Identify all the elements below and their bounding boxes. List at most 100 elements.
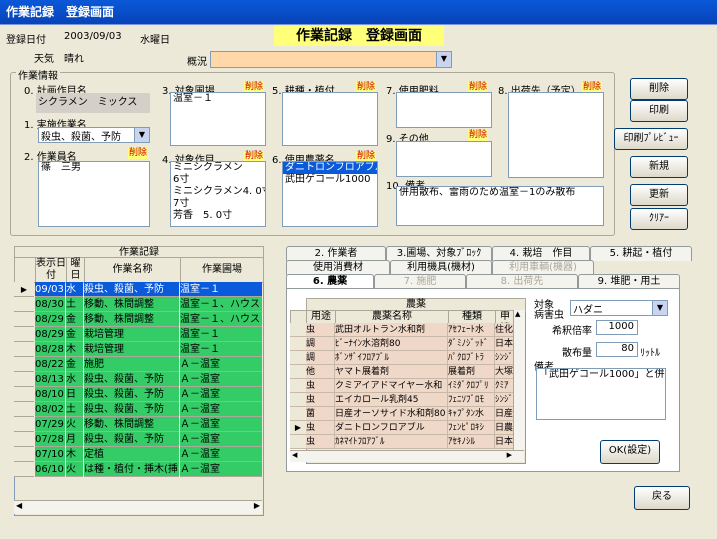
tab-crop[interactable]: 4. 栽培 作目: [492, 246, 590, 261]
variety-list[interactable]: [282, 92, 378, 146]
pesticide-item[interactable]: 武田ゲコール1000: [283, 174, 377, 186]
row-header[interactable]: [290, 435, 307, 449]
update-button[interactable]: 更新: [630, 184, 688, 206]
col-date[interactable]: 表示日付: [35, 257, 67, 283]
table-row[interactable]: 08/13 水殺虫、殺菌、予防 Ａ－温室: [14, 372, 262, 387]
row-header[interactable]: [14, 417, 34, 432]
tab-consumables[interactable]: 使用消費材: [286, 260, 390, 275]
back-button[interactable]: 戻る: [634, 486, 690, 510]
other-delete-tag[interactable]: 削除: [468, 130, 489, 141]
crop-item[interactable]: ミニシクラメン4. 0寸: [171, 186, 265, 198]
row-header[interactable]: [290, 379, 307, 393]
scroll-left-icon[interactable]: ◀: [16, 501, 22, 510]
amount-input[interactable]: 80: [596, 342, 638, 357]
current-row-icon[interactable]: ▶: [290, 421, 307, 435]
worker-delete-tag[interactable]: 削除: [128, 148, 149, 159]
chevron-down-icon[interactable]: ▼: [134, 128, 149, 142]
print-button[interactable]: 印刷: [630, 100, 688, 122]
row-header[interactable]: [14, 372, 34, 387]
detail-remarks-textarea[interactable]: 「武田ゲコール1000」と併用: [536, 368, 666, 420]
worker-item[interactable]: 篠 三男: [39, 162, 149, 174]
table-row[interactable]: 調ﾎﾞﾝｻﾞｲﾌﾛｱﾌﾞﾙ ﾊﾟｸﾛﾌﾞﾄﾗ ｼﾝｼﾞ: [290, 351, 514, 365]
row-header[interactable]: [290, 365, 307, 379]
pesticide-hscrollbar[interactable]: ◀ ▶: [290, 450, 524, 462]
table-row[interactable]: 08/02 土殺虫、殺菌、予防 Ａ－温室: [14, 402, 262, 417]
crop-item[interactable]: ミニシクラメン: [171, 162, 265, 174]
condition-combo[interactable]: ▼: [210, 51, 452, 68]
remarks-textarea[interactable]: 併用散布、雷雨のため温室－1のみ散布: [396, 186, 604, 226]
table-row[interactable]: 08/10 日殺虫、殺菌、予防 Ａ－温室: [14, 387, 262, 402]
delete-button[interactable]: 削除: [630, 78, 688, 100]
col-type[interactable]: 種類: [448, 310, 496, 324]
fertilizer-list[interactable]: [396, 92, 492, 128]
table-row[interactable]: 虫クミアイアドマイヤー水和 ｲﾐﾀﾞｸﾛﾌﾟﾘ ｸﾐｱ: [290, 379, 514, 393]
col-pesticide-name[interactable]: 農薬名称: [335, 310, 449, 324]
tab-field-block[interactable]: 3.圃場、対象ﾌﾞﾛｯｸ: [386, 246, 492, 261]
col-use[interactable]: 用途: [306, 310, 336, 324]
records-hscrollbar[interactable]: ◀ ▶: [14, 500, 262, 514]
table-row[interactable]: 08/22 金施肥 Ａ－温室: [14, 357, 262, 372]
table-row[interactable]: 06/10 火は種・植付・挿木(挿 Ａ－温室: [14, 462, 262, 477]
table-row[interactable]: 08/29 金栽培管理 温室－１: [14, 327, 262, 342]
table-row[interactable]: 調ﾋﾞｰﾅｲﾝ水溶剤80 ﾀﾞﾐﾉｼﾞｯﾄﾞ 日本: [290, 337, 514, 351]
new-button[interactable]: 新規: [630, 156, 688, 178]
table-row[interactable]: ▶ 虫ダニトロンフロアブル ﾌｪﾝﾋﾟﾛｷｼ 日農: [290, 421, 514, 435]
scroll-left-icon[interactable]: ◀: [292, 451, 297, 459]
table-row[interactable]: 08/30 土移動、株間調整 温室－１、ハウス: [14, 297, 262, 312]
row-header[interactable]: [14, 297, 34, 312]
table-row[interactable]: 虫エイカロール乳剤45 ﾌｪﾆｿﾌﾞﾛﾓ ｼﾝｼﾞ: [290, 393, 514, 407]
row-header[interactable]: [14, 447, 34, 462]
pesticide-vscrollbar[interactable]: ▲: [513, 310, 525, 450]
col-weekday[interactable]: 曜日: [66, 257, 85, 283]
table-row[interactable]: 08/28 木栽培管理 温室－１: [14, 342, 262, 357]
scroll-right-icon[interactable]: ▶: [254, 501, 260, 510]
tab-pesticide[interactable]: 6. 農薬: [286, 274, 374, 289]
pesticide-item-selected[interactable]: ダニトロンフロアブル: [283, 162, 377, 174]
table-row[interactable]: 08/29 金移動、株間調整 温室－１、ハウス: [14, 312, 262, 327]
row-header[interactable]: [290, 407, 307, 421]
crop-item[interactable]: 7寸: [171, 198, 265, 210]
table-row[interactable]: 虫武田オルトラン水和剤 ｱｾﾌｪｰﾄ水 住化: [290, 323, 514, 337]
row-header[interactable]: [290, 323, 307, 337]
chevron-down-icon[interactable]: ▼: [652, 301, 667, 315]
dilution-input[interactable]: 1000: [596, 320, 638, 335]
row-header[interactable]: [14, 432, 34, 447]
row-header[interactable]: [14, 387, 34, 402]
field-item[interactable]: 温室－１: [171, 93, 265, 105]
tab-fertilizer[interactable]: 7. 施肥: [374, 274, 466, 289]
row-header[interactable]: [14, 342, 34, 357]
row-header[interactable]: [14, 462, 34, 477]
pest-select[interactable]: ハダニ ▼: [570, 300, 668, 316]
row-header[interactable]: [14, 327, 34, 342]
row-header[interactable]: [290, 337, 307, 351]
chevron-down-icon[interactable]: ▼: [436, 52, 451, 67]
row-header[interactable]: [14, 357, 34, 372]
crop-list[interactable]: ミニシクラメン 6寸 ミニシクラメン4. 0寸 7寸 芳香 5. 0寸: [170, 161, 266, 227]
table-row[interactable]: ▶ 09/03 水殺虫、殺菌、予防 温室－１: [14, 282, 262, 297]
tab-shipping[interactable]: 8. 出荷先: [466, 274, 578, 289]
scroll-up-icon[interactable]: ▲: [515, 310, 520, 318]
other-list[interactable]: [396, 141, 492, 177]
tab-compost[interactable]: 9. 堆肥・用土: [578, 274, 680, 289]
row-header[interactable]: [290, 393, 307, 407]
tab-worker[interactable]: 2. 作業者: [286, 246, 386, 261]
scroll-right-icon[interactable]: ▶: [507, 451, 512, 459]
ok-settings-button[interactable]: OK(設定): [600, 440, 660, 464]
crop-item[interactable]: 芳香 5. 0寸: [171, 210, 265, 222]
table-row[interactable]: 虫ｶﾈﾏｲﾄﾌﾛｱﾌﾞﾙ ｱｾｷﾉｼﾙ 日本: [290, 435, 514, 449]
method-select[interactable]: 殺虫、殺菌、予防 ▼: [38, 127, 150, 143]
pesticide-list[interactable]: ダニトロンフロアブル 武田ゲコール1000: [282, 161, 378, 227]
print-preview-button[interactable]: 印刷ﾌﾟﾚﾋﾞｭｰ: [614, 128, 688, 150]
table-row[interactable]: 他ヤマト展着剤 展着剤 大塚: [290, 365, 514, 379]
table-row[interactable]: 07/28 月殺虫、殺菌、予防 Ａ－温室: [14, 432, 262, 447]
col-extra[interactable]: 申請: [495, 310, 515, 324]
clear-button[interactable]: ｸﾘｱｰ: [630, 208, 688, 230]
table-row[interactable]: 07/29 火移動、株間調整 Ａ－温室: [14, 417, 262, 432]
row-header[interactable]: [14, 312, 34, 327]
current-row-icon[interactable]: ▶: [14, 282, 34, 297]
col-name[interactable]: 作業名称: [84, 257, 181, 283]
crop-item[interactable]: 6寸: [171, 174, 265, 186]
col-field[interactable]: 作業圃場: [180, 257, 264, 283]
tab-vehicles[interactable]: 利用車輌(機器): [492, 260, 594, 275]
tab-equipment[interactable]: 利用機具(機材): [390, 260, 492, 275]
